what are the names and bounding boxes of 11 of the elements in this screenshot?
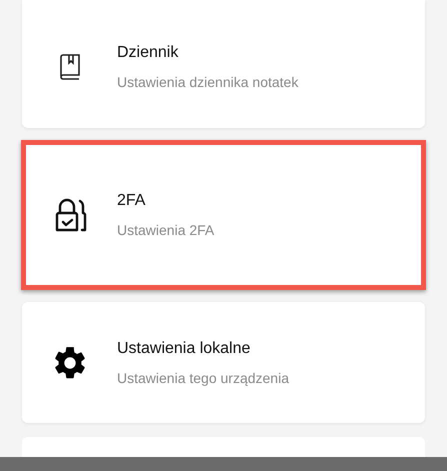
setting-title: 2FA xyxy=(117,192,146,210)
settings-card[interactable]: Dziennik Ustawienia dziennika notatek xyxy=(22,0,425,128)
setting-title: Dziennik xyxy=(117,44,180,62)
settings-card[interactable] xyxy=(22,437,425,457)
settings-card[interactable]: Ustawienia lokalne Ustawienia tego urządzenia xyxy=(22,302,425,423)
setting-description: Ustawienia dziennika notatek xyxy=(117,74,298,90)
setting-description: Ustawienia 2FA xyxy=(117,222,214,238)
setting-title: Ustawienia lokalne xyxy=(117,340,252,358)
book-icon xyxy=(60,54,80,80)
settings-card[interactable]: 2FA Ustawienia 2FA xyxy=(21,140,426,290)
setting-description: Ustawienia tego urządzenia xyxy=(117,370,289,386)
